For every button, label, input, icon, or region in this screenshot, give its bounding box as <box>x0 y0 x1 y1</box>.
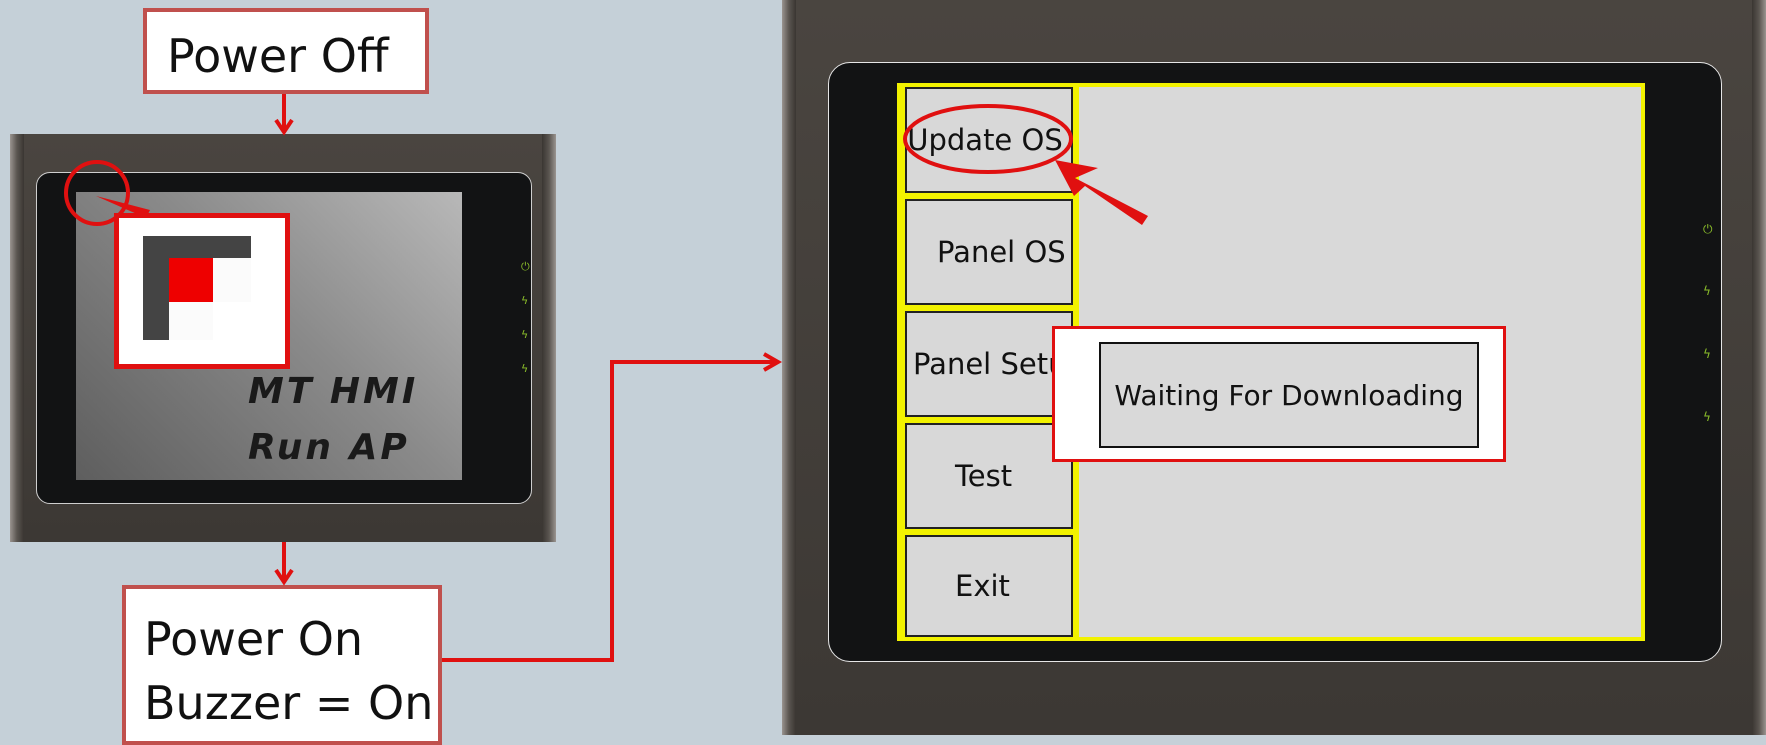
connector-arrow <box>442 360 776 662</box>
logo-corner-circle <box>64 160 130 226</box>
annotation-overlay <box>64 94 1148 662</box>
update-os-arrow-icon <box>1055 160 1148 225</box>
zoom-pointer <box>96 196 150 218</box>
update-os-highlight <box>903 104 1073 174</box>
